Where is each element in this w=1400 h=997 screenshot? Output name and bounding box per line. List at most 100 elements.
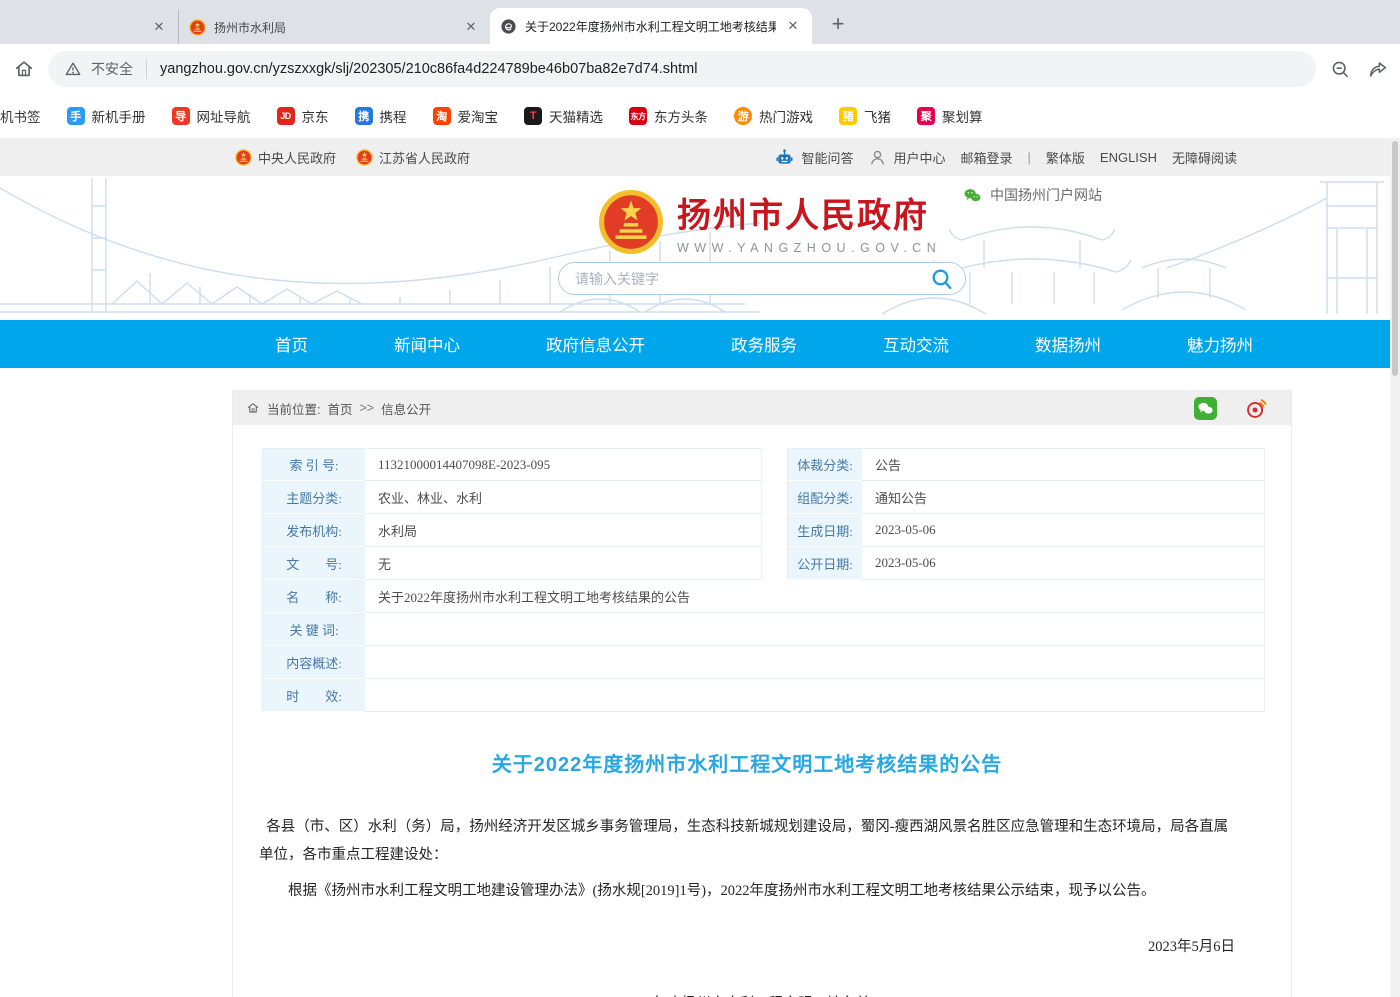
tab-shuiliju[interactable]: 扬州市水利局 ✕: [178, 10, 490, 44]
breadcrumb-prefix: 当前位置:: [267, 399, 320, 418]
meta-label: 主题分类:: [262, 481, 365, 514]
browser-toolbar: 不安全 yangzhou.gov.cn/yzszxxgk/slj/202305/…: [0, 44, 1400, 94]
meta-label: 内容概述:: [262, 646, 365, 679]
portal-wechat-link[interactable]: 中国扬州门户网站: [963, 185, 1102, 205]
meta-value: 农业、林业、水利: [365, 481, 762, 514]
bookmark-url-nav[interactable]: 导 网址导航: [159, 101, 264, 131]
wechat-icon: [963, 186, 982, 205]
meta-value: [365, 613, 1265, 646]
meta-label: 体裁分类:: [787, 448, 862, 481]
tab-close-icon[interactable]: ✕: [784, 17, 802, 35]
article-list-title: 2022年度扬州市水利工程文明工地名单: [259, 992, 1235, 997]
bookmark-aitaobao[interactable]: 淘 爱淘宝: [420, 101, 512, 131]
meta-value: 11321000014407098E-2023-095: [365, 448, 762, 481]
table-row: 索 引 号: 11321000014407098E-2023-095 体裁分类:…: [262, 448, 1265, 481]
link-smart-qa[interactable]: 智能问答: [774, 147, 853, 168]
document-meta-table: 索 引 号: 11321000014407098E-2023-095 体裁分类:…: [262, 448, 1265, 712]
breadcrumb-current-link[interactable]: 信息公开: [381, 399, 431, 418]
article-date: 2023年5月6日: [259, 935, 1235, 956]
national-emblem-logo-icon: [598, 189, 664, 255]
link-traditional-chinese[interactable]: 繁体版: [1046, 148, 1085, 167]
meta-value: [365, 646, 1265, 679]
share-weibo-button[interactable]: [1245, 397, 1268, 420]
bookmark-hot-games[interactable]: 游 热门游戏: [721, 101, 826, 131]
nav-home[interactable]: 首页: [275, 332, 308, 356]
tab-close-icon[interactable]: ✕: [150, 18, 168, 36]
meta-label: 组配分类:: [787, 481, 862, 514]
link-jiangsu-government[interactable]: 江苏省人民政府: [356, 148, 470, 167]
dongfang-toutiao-icon: 东方: [629, 107, 647, 125]
link-mail-login[interactable]: 邮箱登录: [960, 148, 1012, 167]
link-accessibility[interactable]: 无障碍阅读: [1172, 148, 1237, 167]
meta-label: 文 号:: [262, 547, 365, 580]
utility-divider: |: [1028, 150, 1031, 165]
tab-title: 扬州市水利局: [214, 19, 454, 36]
tab-active-announcement[interactable]: 关于2022年度扬州市水利工程文明工地考核结果的公告 ✕: [490, 8, 812, 44]
bookmark-jd[interactable]: JD 京东: [264, 101, 342, 131]
nav-info-disclosure[interactable]: 政府信息公开: [546, 332, 645, 356]
nav-data-yangzhou[interactable]: 数据扬州: [1035, 332, 1101, 356]
bookmark-tmall[interactable]: T 天猫精选: [511, 101, 616, 131]
tab-1-partial[interactable]: ✕: [0, 10, 178, 44]
url-text: yangzhou.gov.cn/yzszxxgk/slj/202305/210c…: [160, 61, 697, 77]
nav-interaction[interactable]: 互动交流: [883, 332, 949, 356]
bookmark-xinji-manual[interactable]: 手 新机手册: [54, 101, 159, 131]
jd-icon: JD: [277, 107, 295, 125]
search-input[interactable]: [575, 271, 929, 287]
home-button[interactable]: [12, 57, 36, 81]
meta-label: 公开日期:: [787, 547, 862, 580]
zoom-out-icon[interactable]: [1328, 57, 1352, 81]
share-wechat-button[interactable]: [1194, 397, 1217, 420]
not-secure-warning-icon[interactable]: [64, 60, 82, 78]
xinji-manual-icon: 手: [67, 107, 85, 125]
share-icon[interactable]: [1366, 57, 1390, 81]
breadcrumb-home-link[interactable]: 首页: [327, 399, 352, 418]
url-nav-icon: 导: [172, 107, 190, 125]
home-icon: [246, 401, 260, 415]
new-tab-button[interactable]: +: [824, 10, 852, 38]
breadcrumb: 当前位置: 首页 >> 信息公开: [233, 391, 1291, 425]
omnibox-divider: [146, 59, 147, 79]
meta-value: 2023-05-06: [862, 514, 1265, 547]
search-icon: [930, 267, 954, 291]
bookmark-fliggy[interactable]: 猪 飞猪: [826, 101, 904, 131]
site-logo[interactable]: 扬州市人民政府 WWW.YANGZHOU.GOV.CN: [598, 188, 941, 255]
bookmark-ctrip[interactable]: 携 携程: [342, 101, 420, 131]
national-emblem-favicon: [189, 19, 206, 36]
site-url: WWW.YANGZHOU.GOV.CN: [677, 241, 941, 255]
link-central-government[interactable]: 中央人民政府: [235, 148, 336, 167]
article-paragraph: 根据《扬州市水利工程文明工地建设管理办法》(扬水规[2019]1号)，2022年…: [259, 877, 1235, 905]
site-masthead: 扬州市人民政府 WWW.YANGZHOU.GOV.CN 中国扬州门户网站: [0, 176, 1400, 320]
article-body: 关于2022年度扬州市水利工程文明工地考核结果的公告 各县（市、区）水利（务）局…: [233, 748, 1291, 997]
table-row: 时 效:: [262, 679, 1265, 712]
meta-label: 生成日期:: [787, 514, 862, 547]
meta-label: 发布机构:: [262, 514, 365, 547]
breadcrumb-separator: >>: [360, 401, 375, 415]
document-panel: 当前位置: 首页 >> 信息公开 索 引 号: 1132100001440709…: [232, 390, 1292, 997]
table-row: 文 号: 无 公开日期: 2023-05-06: [262, 547, 1265, 580]
search-button[interactable]: [929, 266, 955, 292]
tab-close-icon[interactable]: ✕: [462, 18, 480, 36]
link-english[interactable]: ENGLISH: [1100, 150, 1157, 165]
meta-value: 无: [365, 547, 762, 580]
vertical-scrollbar[interactable]: [1390, 138, 1400, 997]
address-bar[interactable]: 不安全 yangzhou.gov.cn/yzszxxgk/slj/202305/…: [48, 51, 1316, 87]
nav-charm-yangzhou[interactable]: 魅力扬州: [1187, 332, 1253, 356]
article-paragraph: 各县（市、区）水利（务）局，扬州经济开发区城乡事务管理局，生态科技新城规划建设局…: [259, 813, 1235, 870]
meta-label: 索 引 号:: [262, 448, 365, 481]
table-row: 发布机构: 水利局 生成日期: 2023-05-06: [262, 514, 1265, 547]
scrollbar-thumb[interactable]: [1392, 141, 1398, 376]
bookmark-dongfang-toutiao[interactable]: 东方 东方头条: [616, 101, 721, 131]
main-navigation: 首页 新闻中心 政府信息公开 政务服务 互动交流 数据扬州 魅力扬州: [0, 320, 1400, 368]
nav-gov-services[interactable]: 政务服务: [731, 332, 797, 356]
meta-value: 公告: [862, 448, 1265, 481]
site-search: [558, 262, 966, 295]
bookmark-juhuasuan[interactable]: 聚 聚划算: [904, 101, 996, 131]
meta-label: 关 键 词:: [262, 613, 365, 646]
bookmark-phone-bookmarks[interactable]: 机书签: [0, 101, 54, 131]
nav-news-center[interactable]: 新闻中心: [394, 332, 460, 356]
tmall-icon: T: [524, 107, 542, 125]
table-row: 主题分类: 农业、林业、水利 组配分类: 通知公告: [262, 481, 1265, 514]
site-favicon-dark-e-icon: [500, 18, 517, 35]
link-user-center[interactable]: 用户中心: [868, 148, 945, 167]
